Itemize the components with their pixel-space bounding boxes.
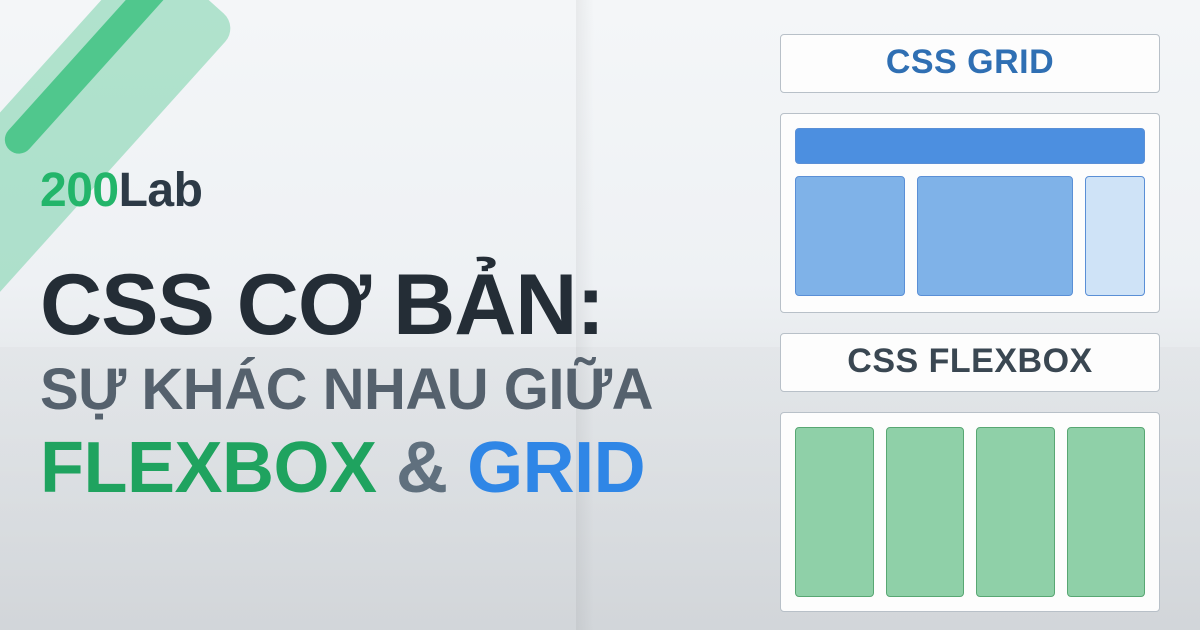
title-flexbox: FLEXBOX [40, 428, 377, 508]
grid-cell-main [917, 176, 1073, 296]
title-grid: GRID [467, 428, 645, 508]
css-grid-illustration [780, 113, 1160, 313]
flex-col [795, 427, 874, 597]
title-line-1: CSS CƠ BẢN: [40, 262, 750, 348]
title-line-2: SỰ KHÁC NHAU GIỮA [40, 360, 750, 421]
grid-cell-header [795, 128, 1145, 164]
grid-cell-aside [1085, 176, 1145, 296]
css-grid-label: CSS GRID [780, 34, 1160, 93]
grid-cell-sidebar [795, 176, 905, 296]
title-line-3: FLEXBOX & GRID [40, 431, 750, 507]
flex-col [1067, 427, 1146, 597]
css-flexbox-illustration [780, 412, 1160, 612]
brand-logo: 200Lab [40, 163, 750, 218]
stage: 200Lab CSS CƠ BẢN: SỰ KHÁC NHAU GIỮA FLE… [0, 0, 1200, 630]
brand-part1: 200 [40, 164, 119, 217]
flex-col [886, 427, 965, 597]
left-column: 200Lab CSS CƠ BẢN: SỰ KHÁC NHAU GIỮA FLE… [40, 30, 750, 600]
brand-part2: Lab [119, 164, 203, 217]
css-flexbox-label: CSS FLEXBOX [780, 333, 1160, 392]
title-ampersand: & [396, 428, 448, 508]
flex-col [976, 427, 1055, 597]
right-column: CSS GRID CSS FLEXBOX [780, 30, 1160, 600]
